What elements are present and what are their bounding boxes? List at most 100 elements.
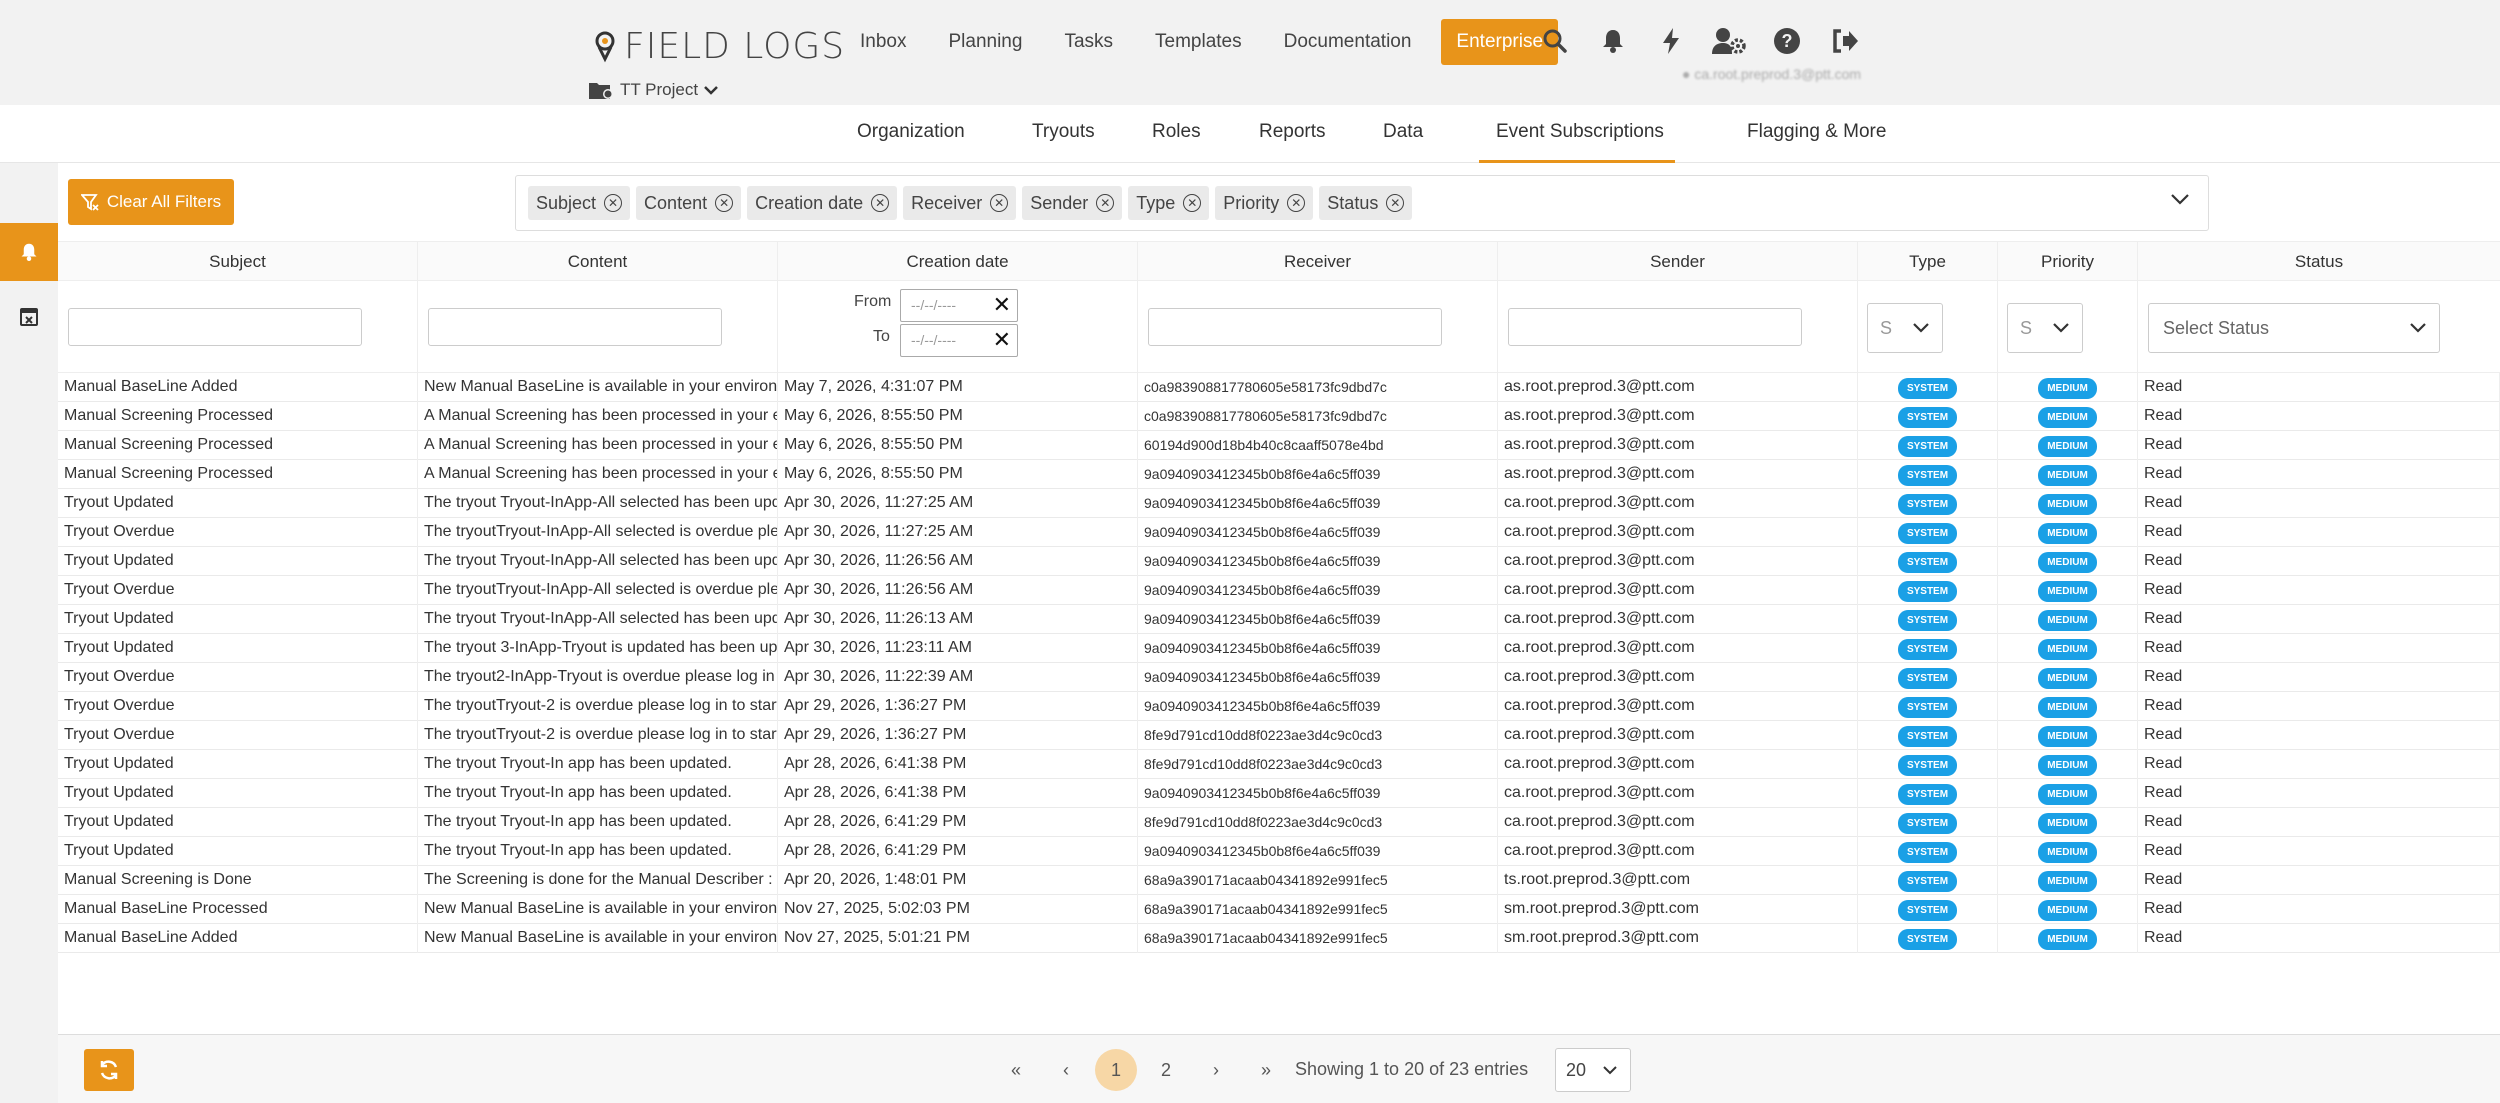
table-row[interactable]: Tryout Updated The tryout Tryout-InApp-Al… bbox=[58, 605, 2500, 634]
nav-planning[interactable]: Planning bbox=[948, 31, 1022, 53]
status-select[interactable]: Select Status bbox=[2148, 303, 2440, 353]
chevron-down-icon[interactable] bbox=[2170, 192, 2190, 206]
tab-reports[interactable]: Reports bbox=[1259, 121, 1326, 143]
table-row[interactable]: Tryout Overdue The tryoutTryout-2 is over… bbox=[58, 721, 2500, 750]
nav-templates[interactable]: Templates bbox=[1155, 31, 1242, 53]
tab-organization[interactable]: Organization bbox=[857, 121, 965, 143]
table-row[interactable]: Manual BaseLine Added New Manual BaseLine… bbox=[58, 373, 2500, 402]
close-icon[interactable]: ✕ bbox=[993, 329, 1011, 351]
page-2-button[interactable]: 2 bbox=[1141, 1049, 1191, 1091]
close-icon[interactable]: ✕ bbox=[715, 194, 734, 212]
column-header-receiver[interactable]: Receiver bbox=[1138, 242, 1498, 282]
close-icon[interactable]: ✕ bbox=[993, 294, 1011, 316]
tab-roles[interactable]: Roles bbox=[1152, 121, 1201, 143]
table-row[interactable]: Tryout Overdue The tryout2-InApp-Tryout i… bbox=[58, 663, 2500, 692]
filter-chip-subject[interactable]: Subject ✕ bbox=[528, 186, 631, 220]
refresh-button[interactable] bbox=[84, 1049, 134, 1091]
receiver-filter-input[interactable] bbox=[1148, 308, 1442, 346]
search-icon[interactable] bbox=[1536, 22, 1574, 60]
page-1-button[interactable]: 1 bbox=[1095, 1049, 1137, 1091]
cell-creation-date: Apr 30, 2026, 11:26:13 AM bbox=[778, 605, 1138, 634]
project-selector[interactable]: TT Project bbox=[588, 80, 718, 100]
sidebar-item-notifications[interactable] bbox=[0, 223, 58, 281]
column-header-status[interactable]: Status bbox=[2138, 242, 2500, 282]
tab-data[interactable]: Data bbox=[1383, 121, 1423, 143]
filter-chip-status[interactable]: Status ✕ bbox=[1319, 186, 1413, 220]
table-row[interactable]: Manual Screening Processed A Manual Scree… bbox=[58, 402, 2500, 431]
cell-receiver: c0a983908817780605e58173fc9dbd7c bbox=[1138, 373, 1498, 402]
table-row[interactable]: Tryout Updated The tryout 3-InApp-Tryout … bbox=[58, 634, 2500, 663]
close-icon[interactable]: ✕ bbox=[1096, 194, 1115, 212]
tab-tryouts[interactable]: Tryouts bbox=[1032, 121, 1095, 143]
prev-page-button[interactable]: ‹ bbox=[1041, 1049, 1091, 1091]
logout-icon[interactable] bbox=[1826, 22, 1864, 60]
column-header-content[interactable]: Content bbox=[418, 242, 778, 282]
table-row[interactable]: Tryout Updated The tryout Tryout-InApp-Al… bbox=[58, 547, 2500, 576]
first-page-button[interactable]: « bbox=[991, 1049, 1041, 1091]
bell-icon[interactable] bbox=[1594, 22, 1632, 60]
filter-chip-content[interactable]: Content ✕ bbox=[636, 186, 742, 220]
sender-filter-input[interactable] bbox=[1508, 308, 1802, 346]
bolt-icon[interactable] bbox=[1652, 22, 1690, 60]
tab-flagging-more[interactable]: Flagging & More bbox=[1747, 121, 1886, 143]
table-row[interactable]: Manual BaseLine Processed New Manual Base… bbox=[58, 895, 2500, 924]
cell-priority: MEDIUM bbox=[1998, 605, 2138, 634]
tab-event-subscriptions[interactable]: Event Subscriptions bbox=[1496, 121, 1664, 143]
type-select[interactable]: S bbox=[1867, 303, 1943, 353]
clear-all-filters-button[interactable]: Clear All Filters bbox=[68, 179, 234, 225]
user-settings-icon[interactable] bbox=[1710, 22, 1748, 60]
table-row[interactable]: Tryout Overdue The tryoutTryout-InApp-All… bbox=[58, 518, 2500, 547]
table-row[interactable]: Manual Screening Processed A Manual Scree… bbox=[58, 431, 2500, 460]
close-icon[interactable]: ✕ bbox=[871, 194, 890, 212]
filter-chip-creation-date[interactable]: Creation date ✕ bbox=[747, 186, 898, 220]
nav-inbox[interactable]: Inbox bbox=[860, 31, 906, 53]
active-filters-box[interactable]: Subject ✕ Content ✕ Creation date ✕ Receive… bbox=[515, 175, 2209, 231]
field-logs-logo[interactable]: FIELD LOGS bbox=[590, 22, 845, 70]
table-row[interactable]: Tryout Overdue The tryoutTryout-2 is over… bbox=[58, 692, 2500, 721]
nav-documentation[interactable]: Documentation bbox=[1284, 31, 1412, 53]
column-header-creation-date[interactable]: Creation date bbox=[778, 242, 1138, 282]
last-page-button[interactable]: » bbox=[1241, 1049, 1291, 1091]
table-row[interactable]: Manual BaseLine Added New Manual BaseLine… bbox=[58, 924, 2500, 953]
nav-tasks[interactable]: Tasks bbox=[1064, 31, 1113, 53]
table-row[interactable]: Manual Screening is Done The Screening is… bbox=[58, 866, 2500, 895]
chip-label: Priority bbox=[1223, 192, 1280, 213]
close-icon[interactable]: ✕ bbox=[604, 194, 623, 212]
filter-chip-sender[interactable]: Sender ✕ bbox=[1022, 186, 1123, 220]
filter-chip-receiver[interactable]: Receiver ✕ bbox=[903, 186, 1017, 220]
cell-content: A Manual Screening has been processed in… bbox=[418, 431, 778, 460]
close-icon[interactable]: ✕ bbox=[1183, 194, 1202, 212]
cell-priority: MEDIUM bbox=[1998, 692, 2138, 721]
close-icon[interactable]: ✕ bbox=[1386, 194, 1405, 212]
help-icon[interactable]: ? bbox=[1768, 22, 1806, 60]
table-row[interactable]: Tryout Overdue The tryoutTryout-InApp-All… bbox=[58, 576, 2500, 605]
content-filter-input[interactable] bbox=[428, 308, 722, 346]
table-row[interactable]: Tryout Updated The tryout Tryout-In app h… bbox=[58, 837, 2500, 866]
cell-receiver: 8fe9d791cd10dd8f0223ae3d4c9c0cd3 bbox=[1138, 721, 1498, 750]
column-header-priority[interactable]: Priority bbox=[1998, 242, 2138, 282]
table-row[interactable]: Tryout Updated The tryout Tryout-In app h… bbox=[58, 808, 2500, 837]
table-row[interactable]: Manual Screening Processed A Manual Scree… bbox=[58, 460, 2500, 489]
close-icon[interactable]: ✕ bbox=[1287, 194, 1306, 212]
table-row[interactable]: Tryout Updated The tryout Tryout-InApp-Al… bbox=[58, 489, 2500, 518]
cell-priority: MEDIUM bbox=[1998, 489, 2138, 518]
table-row[interactable]: Tryout Updated The tryout Tryout-In app h… bbox=[58, 779, 2500, 808]
filter-chip-priority[interactable]: Priority ✕ bbox=[1215, 186, 1314, 220]
close-icon[interactable]: ✕ bbox=[990, 194, 1009, 212]
cell-content: The tryoutTryout-2 is overdue please log… bbox=[418, 692, 778, 721]
page-size-select[interactable]: 20 bbox=[1555, 1048, 1631, 1092]
priority-badge: MEDIUM bbox=[2038, 813, 2097, 834]
column-header-type[interactable]: Type bbox=[1858, 242, 1998, 282]
sidebar-item-calendar[interactable] bbox=[0, 296, 58, 336]
date-to-input[interactable]: --/--/---- ✕ bbox=[900, 324, 1018, 357]
column-header-subject[interactable]: Subject bbox=[58, 242, 418, 282]
priority-select[interactable]: S bbox=[2007, 303, 2083, 353]
table-row[interactable]: Tryout Updated The tryout Tryout-In app h… bbox=[58, 750, 2500, 779]
column-header-sender[interactable]: Sender bbox=[1498, 242, 1858, 282]
next-page-button[interactable]: › bbox=[1191, 1049, 1241, 1091]
date-from-input[interactable]: --/--/---- ✕ bbox=[900, 289, 1018, 322]
cell-content: A Manual Screening has been processed in… bbox=[418, 460, 778, 489]
subject-filter-input[interactable] bbox=[68, 308, 362, 346]
chip-label: Receiver bbox=[911, 192, 983, 213]
filter-chip-type[interactable]: Type ✕ bbox=[1128, 186, 1210, 220]
